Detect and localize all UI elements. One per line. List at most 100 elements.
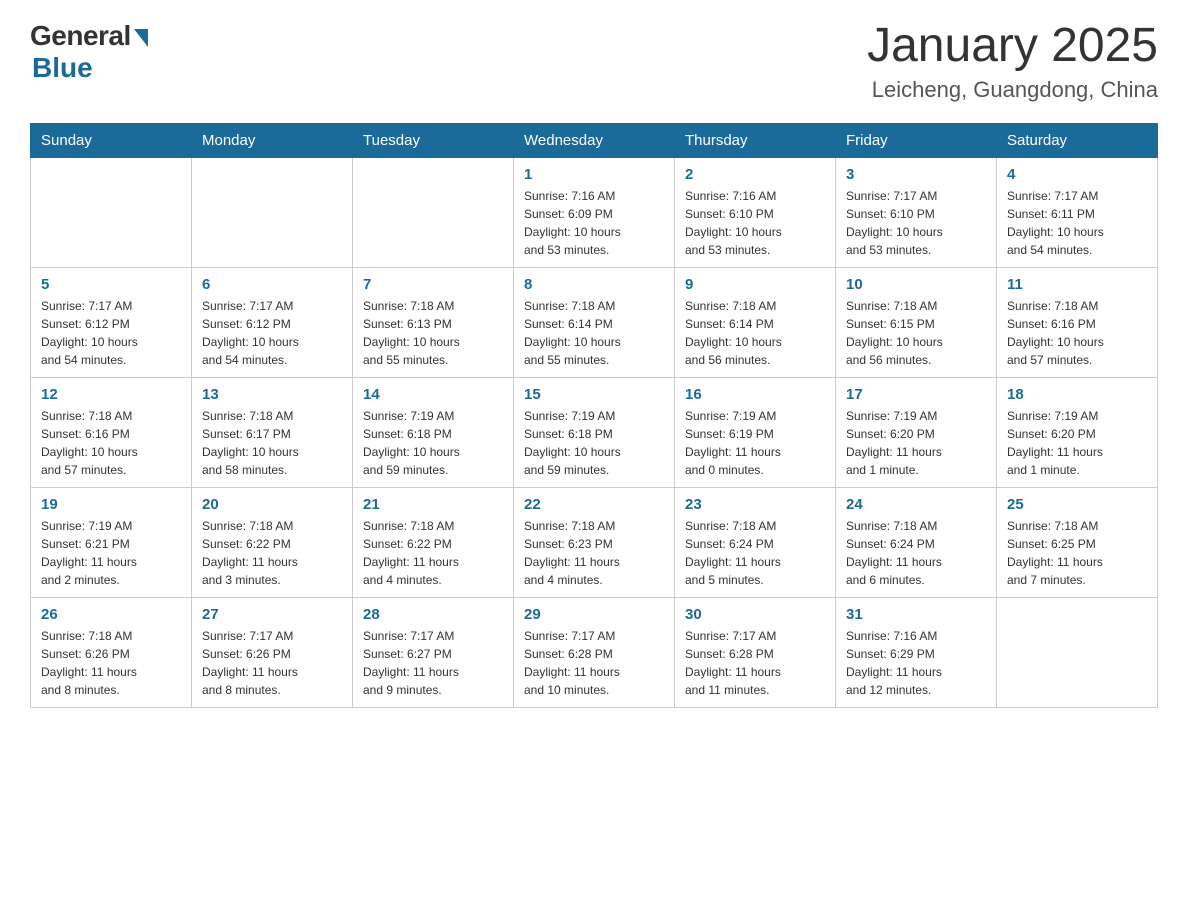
day-info: Sunrise: 7:19 AM Sunset: 6:20 PM Dayligh… bbox=[846, 407, 986, 479]
calendar-cell: 13Sunrise: 7:18 AM Sunset: 6:17 PM Dayli… bbox=[192, 377, 353, 487]
day-number: 6 bbox=[202, 276, 342, 293]
calendar-week-row: 1 Sunrise: 7:16 AM Sunset: 6:09 PM Daylig… bbox=[31, 157, 1158, 267]
day-info: Sunrise: 7:18 AM Sunset: 6:24 PM Dayligh… bbox=[685, 517, 825, 589]
day-info: Sunrise: 7:18 AM Sunset: 6:17 PM Dayligh… bbox=[202, 407, 342, 479]
calendar-cell: 31Sunrise: 7:16 AM Sunset: 6:29 PM Dayli… bbox=[836, 597, 997, 707]
calendar-cell: 22Sunrise: 7:18 AM Sunset: 6:23 PM Dayli… bbox=[514, 487, 675, 597]
day-info: Sunrise: 7:17 AM Sunset: 6:10 PM Dayligh… bbox=[846, 187, 986, 259]
day-number: 2 bbox=[685, 166, 825, 183]
day-info: Sunrise: 7:19 AM Sunset: 6:20 PM Dayligh… bbox=[1007, 407, 1147, 479]
title-section: January 2025 Leicheng, Guangdong, China bbox=[867, 20, 1158, 103]
day-number: 16 bbox=[685, 386, 825, 403]
day-number: 19 bbox=[41, 496, 181, 513]
calendar-cell: 9 Sunrise: 7:18 AM Sunset: 6:14 PM Daylig… bbox=[675, 267, 836, 377]
day-number: 14 bbox=[363, 386, 503, 403]
day-number: 18 bbox=[1007, 386, 1147, 403]
month-title: January 2025 bbox=[867, 20, 1158, 73]
day-info: Sunrise: 7:18 AM Sunset: 6:13 PM Dayligh… bbox=[363, 297, 503, 369]
calendar-cell: 12 Sunrise: 7:18 AM Sunset: 6:16 PM Dayli… bbox=[31, 377, 192, 487]
calendar-cell: 28 Sunrise: 7:17 AM Sunset: 6:27 PM Dayli… bbox=[353, 597, 514, 707]
calendar-week-row: 12 Sunrise: 7:18 AM Sunset: 6:16 PM Dayli… bbox=[31, 377, 1158, 487]
calendar-header-friday: Friday bbox=[836, 123, 997, 157]
day-info: Sunrise: 7:18 AM Sunset: 6:23 PM Dayligh… bbox=[524, 517, 664, 589]
day-info: Sunrise: 7:17 AM Sunset: 6:26 PM Dayligh… bbox=[202, 627, 342, 699]
calendar-cell: 19Sunrise: 7:19 AM Sunset: 6:21 PM Dayli… bbox=[31, 487, 192, 597]
day-number: 30 bbox=[685, 606, 825, 623]
day-number: 11 bbox=[1007, 276, 1147, 293]
calendar-cell bbox=[31, 157, 192, 267]
calendar-cell: 10 Sunrise: 7:18 AM Sunset: 6:15 PM Dayli… bbox=[836, 267, 997, 377]
day-info: Sunrise: 7:16 AM Sunset: 6:09 PM Dayligh… bbox=[524, 187, 664, 259]
day-info: Sunrise: 7:18 AM Sunset: 6:14 PM Dayligh… bbox=[685, 297, 825, 369]
day-number: 9 bbox=[685, 276, 825, 293]
day-number: 23 bbox=[685, 496, 825, 513]
calendar-cell: 11Sunrise: 7:18 AM Sunset: 6:16 PM Dayli… bbox=[997, 267, 1158, 377]
day-info: Sunrise: 7:18 AM Sunset: 6:25 PM Dayligh… bbox=[1007, 517, 1147, 589]
calendar-header-sunday: Sunday bbox=[31, 123, 192, 157]
day-number: 25 bbox=[1007, 496, 1147, 513]
calendar-week-row: 5 Sunrise: 7:17 AM Sunset: 6:12 PM Daylig… bbox=[31, 267, 1158, 377]
calendar-cell bbox=[192, 157, 353, 267]
day-info: Sunrise: 7:19 AM Sunset: 6:19 PM Dayligh… bbox=[685, 407, 825, 479]
calendar-header-wednesday: Wednesday bbox=[514, 123, 675, 157]
calendar-cell: 5Sunrise: 7:17 AM Sunset: 6:12 PM Daylig… bbox=[31, 267, 192, 377]
calendar-cell: 18 Sunrise: 7:19 AM Sunset: 6:20 PM Dayli… bbox=[997, 377, 1158, 487]
day-info: Sunrise: 7:18 AM Sunset: 6:22 PM Dayligh… bbox=[363, 517, 503, 589]
day-info: Sunrise: 7:17 AM Sunset: 6:27 PM Dayligh… bbox=[363, 627, 503, 699]
calendar-cell: 24Sunrise: 7:18 AM Sunset: 6:24 PM Dayli… bbox=[836, 487, 997, 597]
calendar-cell: 27 Sunrise: 7:17 AM Sunset: 6:26 PM Dayli… bbox=[192, 597, 353, 707]
calendar-cell: 4 Sunrise: 7:17 AM Sunset: 6:11 PM Daylig… bbox=[997, 157, 1158, 267]
calendar-cell: 3 Sunrise: 7:17 AM Sunset: 6:10 PM Daylig… bbox=[836, 157, 997, 267]
day-number: 21 bbox=[363, 496, 503, 513]
page-header: General Blue January 2025 Leicheng, Guan… bbox=[30, 20, 1158, 103]
day-number: 1 bbox=[524, 166, 664, 183]
calendar-cell: 17 Sunrise: 7:19 AM Sunset: 6:20 PM Dayli… bbox=[836, 377, 997, 487]
day-info: Sunrise: 7:16 AM Sunset: 6:10 PM Dayligh… bbox=[685, 187, 825, 259]
calendar-cell: 8 Sunrise: 7:18 AM Sunset: 6:14 PM Daylig… bbox=[514, 267, 675, 377]
calendar-cell: 16 Sunrise: 7:19 AM Sunset: 6:19 PM Dayli… bbox=[675, 377, 836, 487]
calendar-header-saturday: Saturday bbox=[997, 123, 1158, 157]
day-number: 12 bbox=[41, 386, 181, 403]
day-info: Sunrise: 7:19 AM Sunset: 6:18 PM Dayligh… bbox=[363, 407, 503, 479]
calendar-header-thursday: Thursday bbox=[675, 123, 836, 157]
calendar-cell bbox=[353, 157, 514, 267]
calendar-header-tuesday: Tuesday bbox=[353, 123, 514, 157]
calendar-cell: 6 Sunrise: 7:17 AM Sunset: 6:12 PM Daylig… bbox=[192, 267, 353, 377]
calendar-week-row: 26Sunrise: 7:18 AM Sunset: 6:26 PM Dayli… bbox=[31, 597, 1158, 707]
logo: General Blue bbox=[30, 20, 148, 84]
day-info: Sunrise: 7:18 AM Sunset: 6:26 PM Dayligh… bbox=[41, 627, 181, 699]
day-info: Sunrise: 7:16 AM Sunset: 6:29 PM Dayligh… bbox=[846, 627, 986, 699]
calendar-week-row: 19Sunrise: 7:19 AM Sunset: 6:21 PM Dayli… bbox=[31, 487, 1158, 597]
calendar-header-row: SundayMondayTuesdayWednesdayThursdayFrid… bbox=[31, 123, 1158, 157]
day-number: 10 bbox=[846, 276, 986, 293]
calendar-cell: 25 Sunrise: 7:18 AM Sunset: 6:25 PM Dayli… bbox=[997, 487, 1158, 597]
day-number: 4 bbox=[1007, 166, 1147, 183]
day-info: Sunrise: 7:19 AM Sunset: 6:18 PM Dayligh… bbox=[524, 407, 664, 479]
day-number: 17 bbox=[846, 386, 986, 403]
calendar-cell: 7Sunrise: 7:18 AM Sunset: 6:13 PM Daylig… bbox=[353, 267, 514, 377]
day-info: Sunrise: 7:18 AM Sunset: 6:15 PM Dayligh… bbox=[846, 297, 986, 369]
day-number: 27 bbox=[202, 606, 342, 623]
day-number: 28 bbox=[363, 606, 503, 623]
day-info: Sunrise: 7:17 AM Sunset: 6:28 PM Dayligh… bbox=[685, 627, 825, 699]
calendar-cell: 26Sunrise: 7:18 AM Sunset: 6:26 PM Dayli… bbox=[31, 597, 192, 707]
calendar-cell: 20 Sunrise: 7:18 AM Sunset: 6:22 PM Dayli… bbox=[192, 487, 353, 597]
calendar-cell: 15Sunrise: 7:19 AM Sunset: 6:18 PM Dayli… bbox=[514, 377, 675, 487]
logo-blue-text: Blue bbox=[32, 52, 93, 84]
day-number: 3 bbox=[846, 166, 986, 183]
day-info: Sunrise: 7:18 AM Sunset: 6:16 PM Dayligh… bbox=[41, 407, 181, 479]
calendar-cell: 30 Sunrise: 7:17 AM Sunset: 6:28 PM Dayli… bbox=[675, 597, 836, 707]
calendar-cell: 23 Sunrise: 7:18 AM Sunset: 6:24 PM Dayli… bbox=[675, 487, 836, 597]
day-number: 20 bbox=[202, 496, 342, 513]
logo-general-text: General bbox=[30, 20, 131, 52]
day-number: 8 bbox=[524, 276, 664, 293]
day-number: 5 bbox=[41, 276, 181, 293]
day-info: Sunrise: 7:18 AM Sunset: 6:22 PM Dayligh… bbox=[202, 517, 342, 589]
calendar-cell: 14 Sunrise: 7:19 AM Sunset: 6:18 PM Dayli… bbox=[353, 377, 514, 487]
day-info: Sunrise: 7:18 AM Sunset: 6:14 PM Dayligh… bbox=[524, 297, 664, 369]
location-label: Leicheng, Guangdong, China bbox=[867, 77, 1158, 103]
day-number: 24 bbox=[846, 496, 986, 513]
logo-arrow-icon bbox=[134, 29, 148, 47]
day-info: Sunrise: 7:17 AM Sunset: 6:12 PM Dayligh… bbox=[202, 297, 342, 369]
day-info: Sunrise: 7:17 AM Sunset: 6:11 PM Dayligh… bbox=[1007, 187, 1147, 259]
